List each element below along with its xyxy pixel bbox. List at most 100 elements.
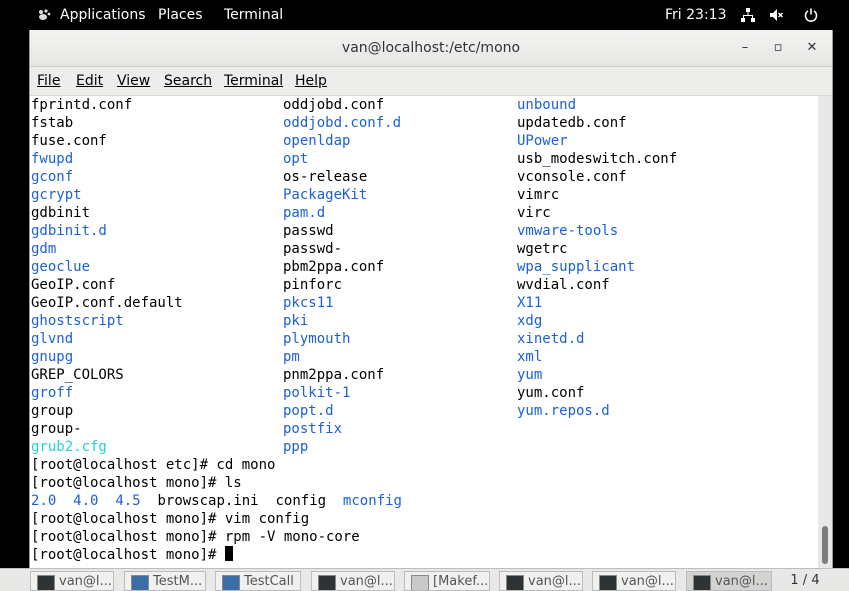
workspace-indicator[interactable]: 1 / 4 (775, 571, 835, 591)
listing-entry: popt.d (283, 403, 334, 419)
terminal-icon (37, 575, 55, 590)
ls-output-entry: browscap.ini (157, 493, 259, 509)
listing-entry: GeoIP.conf.default (31, 295, 183, 311)
title-bar[interactable]: van@localhost:/etc/mono – ▫ ✕ (30, 30, 832, 67)
listing-entry: group (31, 403, 74, 419)
maximize-button[interactable]: ▫ (767, 30, 789, 66)
listing-entry: opt (283, 151, 309, 167)
close-button[interactable]: ✕ (801, 30, 823, 66)
listing-entry: groff (31, 385, 74, 401)
power-icon[interactable] (804, 8, 818, 22)
listing-entry: vimrc (517, 187, 560, 203)
listing-entry: passwd (283, 223, 334, 239)
listing-entry: pki (283, 313, 309, 329)
places-menu[interactable]: Places (158, 0, 203, 30)
prompt-text: [root@localhost mono]# (31, 547, 225, 563)
top-panel: Applications Places Terminal Fri 23:13 (0, 0, 849, 30)
listing-entry: passwd- (283, 241, 343, 257)
taskbar-button[interactable]: [Makef... (404, 571, 490, 591)
listing-entry: unbound (517, 97, 577, 113)
clock[interactable]: Fri 23:13 (665, 0, 726, 30)
listing-entry: GREP_COLORS (31, 367, 124, 383)
ls-output-entry: config (275, 493, 327, 509)
network-icon[interactable] (741, 8, 755, 22)
listing-entry: pm (283, 349, 300, 365)
listing-entry: updatedb.conf (517, 115, 627, 131)
listing-entry: group- (31, 421, 82, 437)
minimize-button[interactable]: – (734, 30, 756, 66)
listing-entry: gcrypt (31, 187, 82, 203)
taskbar-button-label: TestM... (153, 574, 203, 589)
taskbar-button[interactable]: van@l... (499, 571, 583, 591)
listing-entry: vconsole.conf (517, 169, 627, 185)
terminal-icon (599, 575, 617, 590)
text-editor-icon (411, 575, 429, 590)
listing-entry: gdm (31, 241, 57, 257)
listing-entry: xdg (517, 313, 543, 329)
volume-muted-icon[interactable] (769, 8, 783, 22)
menu-file[interactable]: File (37, 67, 60, 95)
listing-entry: pam.d (283, 205, 326, 221)
text-cursor (224, 546, 233, 561)
listing-entry: oddjobd.conf (283, 97, 385, 113)
command-line-cd: [root@localhost etc]# cd mono (31, 457, 276, 473)
listing-entry: virc (517, 205, 551, 221)
listing-entry: fprintd.conf (31, 97, 133, 113)
prompt-line[interactable]: [root@localhost mono]# (31, 546, 233, 564)
listing-entry: fstab (31, 115, 74, 131)
listing-entry: fuse.conf (31, 133, 107, 149)
terminal-app-menu[interactable]: Terminal (224, 0, 283, 30)
listing-entry: wvdial.conf (517, 277, 610, 293)
window-list-taskbar: van@l... TestM... TestCall van@l... [Makef..… (0, 568, 849, 591)
ls-output-line: 2.0 4.0 4.5 browscap.ini config mconfig (31, 492, 402, 510)
listing-entry: glvnd (31, 331, 74, 347)
scrollbar-thumb[interactable] (822, 526, 828, 564)
scrollbar[interactable] (818, 96, 832, 568)
ls-output-entry: mconfig (342, 493, 402, 509)
menu-view[interactable]: View (117, 67, 150, 95)
listing-entry: pnm2ppa.conf (283, 367, 385, 383)
menu-terminal[interactable]: Terminal (224, 67, 283, 95)
listing-entry: pinforc (283, 277, 343, 293)
listing-entry: xinetd.d (517, 331, 585, 347)
window-title: van@localhost:/etc/mono (341, 40, 521, 56)
terminal-icon (506, 575, 524, 590)
gnome-foot-icon[interactable] (37, 9, 51, 21)
listing-entry: wgetrc (517, 241, 568, 257)
menu-search[interactable]: Search (164, 67, 212, 95)
terminal-icon (693, 575, 711, 590)
listing-entry: yum.repos.d (517, 403, 610, 419)
listing-entry: yum (517, 367, 543, 383)
taskbar-button[interactable]: TestM... (124, 571, 206, 591)
command-line-rpm: [root@localhost mono]# rpm -V mono-core (31, 529, 360, 545)
listing-entry: postfix (283, 421, 343, 437)
ls-output-entry: 2.0 (31, 493, 57, 509)
listing-entry: wpa_supplicant (517, 259, 636, 275)
listing-entry: vmware-tools (517, 223, 619, 239)
taskbar-button[interactable]: van@l... (311, 571, 395, 591)
command-line-ls: [root@localhost mono]# ls (31, 475, 242, 491)
taskbar-button-label: [Makef... (433, 574, 489, 589)
taskbar-button[interactable]: TestCall (215, 571, 301, 591)
listing-entry: pkcs11 (283, 295, 334, 311)
listing-entry: os-release (283, 169, 368, 185)
terminal-window: van@localhost:/etc/mono – ▫ ✕ File Edit … (29, 30, 833, 568)
listing-entry: oddjobd.conf.d (283, 115, 402, 131)
app-icon (222, 575, 240, 590)
listing-entry: gconf (31, 169, 74, 185)
menu-help[interactable]: Help (295, 67, 327, 95)
listing-entry: X11 (517, 295, 543, 311)
listing-entry: plymouth (283, 331, 351, 347)
terminal-output[interactable]: fprintd.conf oddjobd.conf unbound fstab oddj… (30, 96, 818, 568)
menu-edit[interactable]: Edit (76, 67, 103, 95)
menu-bar: File Edit View Search Terminal Help (30, 67, 832, 96)
taskbar-button[interactable]: van@l... (686, 571, 772, 591)
taskbar-button[interactable]: van@l... (30, 571, 114, 591)
listing-entry: PackageKit (283, 187, 368, 203)
listing-entry: xml (517, 349, 543, 365)
listing-entry: gdbinit (31, 205, 91, 221)
taskbar-button[interactable]: van@l... (592, 571, 676, 591)
listing-entry: gnupg (31, 349, 74, 365)
ls-output-entry: 4.5 (115, 493, 141, 509)
applications-menu[interactable]: Applications (60, 0, 146, 30)
